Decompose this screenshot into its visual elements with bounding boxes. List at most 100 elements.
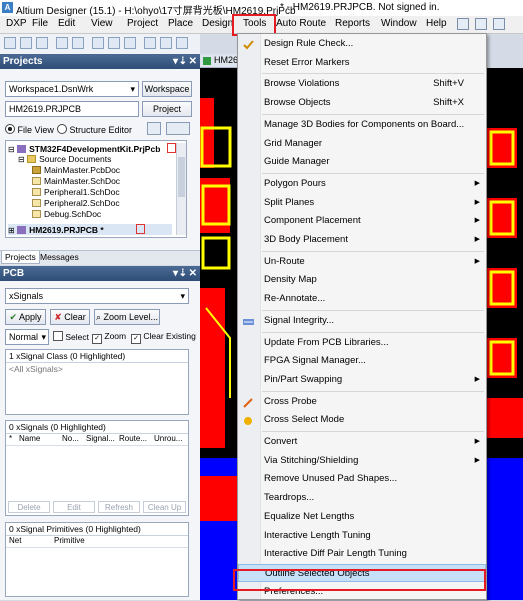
panel-close-icon[interactable]: ✕ [189,54,197,69]
tree-item-document[interactable]: MainMaster.PcbDoc [32,165,120,176]
menu-item-cross-probe[interactable]: Cross Probe [238,393,486,411]
menu-item-component-placement[interactable]: Component Placement ▶ [238,212,486,230]
tab-projects[interactable]: Projects [1,251,40,264]
apply-button[interactable]: ✔ Apply [5,309,46,325]
menu-item-teardrops[interactable]: Teardrops... [238,489,486,507]
menu-item-re-annotate[interactable]: Re-Annotate... [238,290,486,308]
clear-existing-checkbox[interactable]: ✓ Clear Existing [131,331,196,344]
menu-auto-route[interactable]: Auto Route [276,18,326,29]
zoom-checkbox[interactable]: ✓ Zoom [92,331,126,344]
tree-item-document[interactable]: Debug.SchDoc [32,209,101,220]
menu-item-pin-part-swapping[interactable]: Pin/Part Swapping ▶ [238,371,486,389]
column-star[interactable]: * [9,434,12,443]
menu-item-browse-violations[interactable]: Browse Violations Shift+V [238,75,486,93]
column-net[interactable]: Net [9,536,21,545]
menu-item-un-route[interactable]: Un-Route ▶ [238,253,486,271]
panel-menu-icon[interactable]: ▾ [173,266,178,281]
zoom-level-button[interactable]: ⌕ Zoom Level... [94,309,160,325]
new-document-icon[interactable] [4,37,16,49]
document-tab[interactable]: HM26 [200,54,238,68]
open-folder-icon[interactable] [20,37,32,49]
expand-icon[interactable]: ⊞ [8,226,15,235]
zoom-selected-icon[interactable] [124,37,136,49]
menu-item-guide-manager[interactable]: Guide Manager [238,153,486,171]
tree-scrollbar[interactable] [176,143,186,235]
menu-file[interactable]: File [32,18,48,29]
tree-item-project[interactable]: ⊟ STM32F4DevelopmentKit.PrjPcb [8,143,176,154]
menu-item-convert[interactable]: Convert ▶ [238,433,486,451]
column-signal[interactable]: Signal... [86,434,115,443]
menu-item-grid-manager[interactable]: Grid Manager [238,135,486,153]
panel-pin-icon[interactable]: ⇣ [179,266,187,281]
print-icon[interactable] [56,37,68,49]
tab-messages[interactable]: Messages [37,251,82,263]
menu-item-cross-select-mode[interactable]: Cross Select Mode [238,411,486,429]
menu-item-polygon-pours[interactable]: Polygon Pours ▶ [238,175,486,193]
structure-editor-radio[interactable]: Structure Editor [57,124,132,135]
menu-view[interactable]: View [91,18,113,29]
select-checkbox[interactable]: Select [53,331,89,342]
menu-help[interactable]: Help [426,18,447,29]
menu-item-split-planes[interactable]: Split Planes ▶ [238,194,486,212]
menu-item-3d-body-placement[interactable]: 3D Body Placement ▶ [238,231,486,249]
menu-window[interactable]: Window [381,18,417,29]
collapse-icon[interactable]: ⊟ [8,145,15,154]
panel-menu-icon[interactable]: ▾ [173,54,178,69]
menu-item-fpga-signal-manager[interactable]: FPGA Signal Manager... [238,352,486,370]
refresh-button[interactable]: Refresh [98,501,140,513]
tree-item-folder[interactable]: ⊟ Source Documents [18,154,111,165]
workspace-button[interactable]: Workspace [142,81,192,97]
tree-item-document[interactable]: Peripheral1.SchDoc [32,187,120,198]
menu-design[interactable]: Design [202,18,233,29]
column-unrouted[interactable]: Unrou... [154,434,182,443]
menu-item-interactive-length-tuning[interactable]: Interactive Length Tuning [238,527,486,545]
menu-item-density-map[interactable]: Density Map [238,271,486,289]
column-routed[interactable]: Route... [119,434,147,443]
copy-icon[interactable] [160,37,172,49]
scrollbar-thumb[interactable] [178,157,185,197]
clean-up-button[interactable]: Clean Up [143,501,186,513]
menu-item-via-stitching-shielding[interactable]: Via Stitching/Shielding ▶ [238,452,486,470]
paste-icon[interactable] [176,37,188,49]
edit-button[interactable]: Edit [53,501,95,513]
menu-dxp[interactable]: DXP [6,18,27,29]
project-button[interactable]: Project [142,101,192,117]
menu-item-signal-integrity[interactable]: Signal Integrity... [238,312,486,330]
toolbar-help-icon[interactable] [493,18,505,30]
project-options-icon[interactable] [147,122,161,135]
column-name[interactable]: Name [19,434,40,443]
print-preview-icon[interactable] [72,37,84,49]
file-view-radio[interactable]: File View [5,124,54,135]
pcb-filter-select[interactable]: xSignals ▾ [5,288,189,304]
menu-item-equalize-net-lengths[interactable]: Equalize Net Lengths [238,508,486,526]
column-primitive[interactable]: Primitive [54,536,85,545]
clear-button[interactable]: ✘ Clear [50,309,90,325]
folder-dropdown-icon[interactable] [166,122,190,135]
zoom-area-icon[interactable] [108,37,120,49]
zoom-fit-icon[interactable] [92,37,104,49]
delete-button[interactable]: Delete [8,501,50,513]
menu-item-interactive-diff-pair-length-tuning[interactable]: Interactive Diff Pair Length Tuning [238,545,486,563]
panel-close-icon[interactable]: ✕ [189,266,197,281]
tree-item-document[interactable]: MainMaster.SchDoc [32,176,120,187]
tree-item-document[interactable]: Peripheral2.SchDoc [32,198,120,209]
mode-select[interactable]: Normal ▾ [5,329,49,345]
menu-reports[interactable]: Reports [335,18,370,29]
tree-item-project-selected[interactable]: ⊞ HM2619.PRJPCB * [8,224,172,235]
menu-item-update-from-pcb-libraries[interactable]: Update From PCB Libraries... [238,334,486,352]
save-icon[interactable] [36,37,48,49]
cut-icon[interactable] [144,37,156,49]
collapse-icon[interactable]: ⊟ [18,155,25,164]
menu-item-manage-3d-bodies-for-components-on-board[interactable]: Manage 3D Bodies for Components on Board… [238,116,486,134]
project-field[interactable]: HM2619.PRJPCB [5,101,139,117]
menu-item-design-rule-check[interactable]: Design Rule Check... [238,35,486,53]
menu-edit[interactable]: Edit [58,18,75,29]
menu-place[interactable]: Place [168,18,193,29]
menu-item-browse-objects[interactable]: Browse Objects Shift+X [238,94,486,112]
column-nodes[interactable]: No... [62,434,79,443]
toolbar-tool-icon[interactable] [457,18,469,30]
toolbar-route-icon[interactable] [475,18,487,30]
workspace-select[interactable]: Workspace1.DsnWrk ▾ [5,81,139,97]
menu-project[interactable]: Project [127,18,158,29]
menu-item-reset-error-markers[interactable]: Reset Error Markers [238,54,486,72]
